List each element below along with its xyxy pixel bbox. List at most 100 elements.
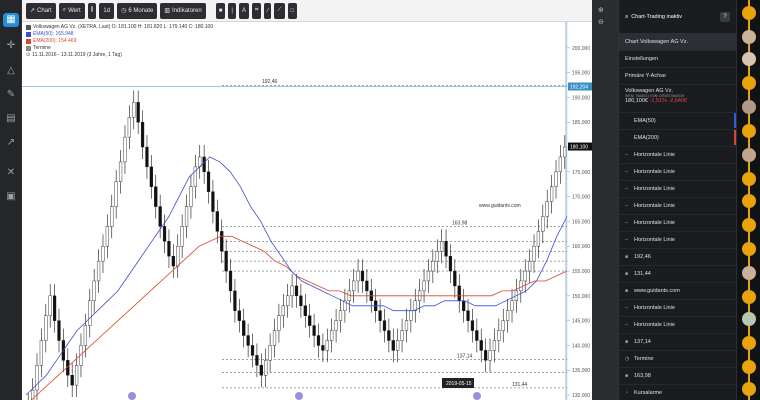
panel-list-item[interactable]: – Horizontale Linie: [619, 232, 736, 249]
indicators-button[interactable]: ▥ Indikatoren: [160, 2, 206, 19]
chart-button[interactable]: ↗ Chart: [26, 2, 56, 19]
interval-button[interactable]: 1d: [99, 2, 115, 19]
zoom-in-icon[interactable]: ⊕: [598, 6, 604, 14]
panel-list-item[interactable]: – Horizontale Linie: [619, 147, 736, 164]
avatar[interactable]: [742, 382, 756, 396]
panel-list-item-label: 192,46: [634, 254, 651, 260]
crosshair-icon[interactable]: ✛: [3, 39, 19, 53]
panel-list-item[interactable]: EMA(200): [619, 130, 736, 147]
candle-type-button[interactable]: ⫼: [87, 2, 97, 19]
avatar[interactable]: [742, 266, 756, 280]
panel-list-item[interactable]: – Horizontale Linie: [619, 215, 736, 232]
panel-item-settings[interactable]: Einstellungen: [619, 51, 736, 68]
panel-list-item[interactable]: EMA(50): [619, 113, 736, 130]
layers-icon[interactable]: ▣: [3, 190, 19, 204]
text-tool-button[interactable]: A: [238, 2, 249, 19]
avatar[interactable]: [742, 30, 756, 44]
candle-body: [506, 310, 510, 321]
termine-swatch: [26, 46, 31, 51]
interval-label: 1d: [103, 7, 111, 14]
help-button[interactable]: ?: [720, 11, 730, 22]
panel-stock-info[interactable]: Volkswagen AG Vz. WKN: 766403 | ISIN: DE…: [619, 85, 736, 113]
avatar[interactable]: [742, 312, 756, 326]
termin-marker: [473, 392, 481, 400]
avatar[interactable]: [742, 148, 756, 162]
panel-list-item-label: Horizontale Linie: [634, 220, 675, 226]
panel-list-item-icon: ■: [625, 271, 629, 277]
panel-list-item[interactable]: – Horizontale Linie: [619, 164, 736, 181]
panel-list-item-label: Termine: [634, 356, 654, 362]
avatar[interactable]: [742, 6, 756, 20]
panel-list-item[interactable]: – Horizontale Linie: [619, 198, 736, 215]
panel-list-item[interactable]: ■ 131,44: [619, 266, 736, 283]
chart-toolbar: ↗ Chart ⌕ Wert ⫼ 1d ◷ 6 Monate ▥ Indikatoren…: [22, 0, 592, 22]
pencil-icon[interactable]: ✎: [3, 88, 19, 102]
search-icon: ⌕: [62, 7, 67, 13]
panel-list-item[interactable]: – Horizontale Linie: [619, 300, 736, 317]
avatar[interactable]: [742, 218, 756, 232]
panel-list-item[interactable]: – Horizontale Linie: [619, 317, 736, 334]
pen-icon: ∕: [267, 7, 269, 14]
chart-area[interactable]: 200,000195,000190,000185,000180,000175,0…: [22, 22, 592, 400]
y-tick-label: 165,000: [572, 219, 590, 225]
zoom-out-icon[interactable]: ⊖: [598, 18, 604, 26]
avatar[interactable]: [742, 290, 756, 304]
draw-line-icon[interactable]: ↗: [3, 136, 19, 150]
line-tool-button[interactable]: |: [228, 2, 236, 19]
avatar[interactable]: [742, 360, 756, 374]
chart-side-strip: ⊕ ⊖: [592, 0, 618, 400]
y-tick-label: 130,000: [572, 393, 590, 399]
trend-icon: ⟋: [277, 7, 282, 13]
avatar[interactable]: [742, 124, 756, 138]
panel-list-item-icon: –: [625, 237, 628, 243]
avatar[interactable]: [742, 76, 756, 90]
chart-trading-toggle[interactable]: ≡ Chart-Trading inaktiv: [625, 14, 682, 20]
panel-list-item[interactable]: ■ 163,98: [619, 368, 736, 385]
panel-list-item[interactable]: – Horizontale Linie: [619, 181, 736, 198]
candle-body: [277, 315, 281, 331]
avatar[interactable]: [742, 172, 756, 186]
stock-change-pct: -1,51%: [649, 98, 667, 104]
candle-body: [162, 226, 167, 242]
chart-annotation: www.guidants.com: [479, 203, 521, 209]
avatar[interactable]: [742, 100, 756, 114]
tools-icon[interactable]: ✕: [3, 166, 19, 180]
candle-body: [180, 226, 184, 247]
panel-list-item[interactable]: ◔ Kursalarme: [619, 385, 736, 400]
trend-tool-button[interactable]: ⟋: [274, 2, 285, 19]
candle-body: [308, 315, 312, 326]
range-label: 6 Monate: [128, 7, 154, 14]
trash-icon[interactable]: ▤: [3, 112, 19, 126]
y-tick-label: 195,000: [572, 71, 590, 77]
candle-body: [479, 340, 483, 351]
range-button[interactable]: ◷ 6 Monate: [117, 2, 158, 19]
instrument-swatch: [26, 25, 31, 30]
avatar[interactable]: [742, 52, 756, 66]
clock-icon: ◷: [121, 8, 127, 14]
candle-body: [136, 102, 140, 123]
price-chart[interactable]: 200,000195,000190,000185,000180,000175,0…: [22, 22, 592, 400]
panel-list-item[interactable]: ■ 137,14: [619, 334, 736, 351]
panel-list-item-label: Horizontale Linie: [634, 186, 675, 192]
list-icon: ≡: [625, 13, 629, 20]
candle-body: [466, 310, 470, 321]
avatar[interactable]: [742, 194, 756, 208]
candle-body: [440, 241, 444, 252]
chart-grid-icon[interactable]: ▦: [3, 13, 19, 27]
panel-list-item[interactable]: ■ www.guidants.com: [619, 283, 736, 300]
panel-item-y-axis[interactable]: Primäre Y-Achse: [619, 68, 736, 85]
pen-tool-button[interactable]: ∕: [264, 2, 272, 19]
panel-list-item[interactable]: ◷ Termine: [619, 351, 736, 368]
panel-list-item[interactable]: ■ 192,46: [619, 249, 736, 266]
avatar[interactable]: [742, 336, 756, 350]
wert-button[interactable]: ⌕ Wert: [58, 2, 85, 19]
panel-item-chart[interactable]: Chart Volkswagen AG Vz.: [619, 34, 736, 51]
triangle-icon[interactable]: △: [3, 64, 19, 78]
crop-icon: ⌗: [254, 7, 259, 13]
candle-body: [316, 335, 321, 346]
fullscreen-button[interactable]: □: [287, 2, 298, 19]
rect-tool-button[interactable]: ■: [215, 2, 226, 19]
candle-body: [242, 320, 246, 336]
crop-tool-button[interactable]: ⌗: [251, 2, 262, 19]
avatar[interactable]: [742, 242, 756, 256]
